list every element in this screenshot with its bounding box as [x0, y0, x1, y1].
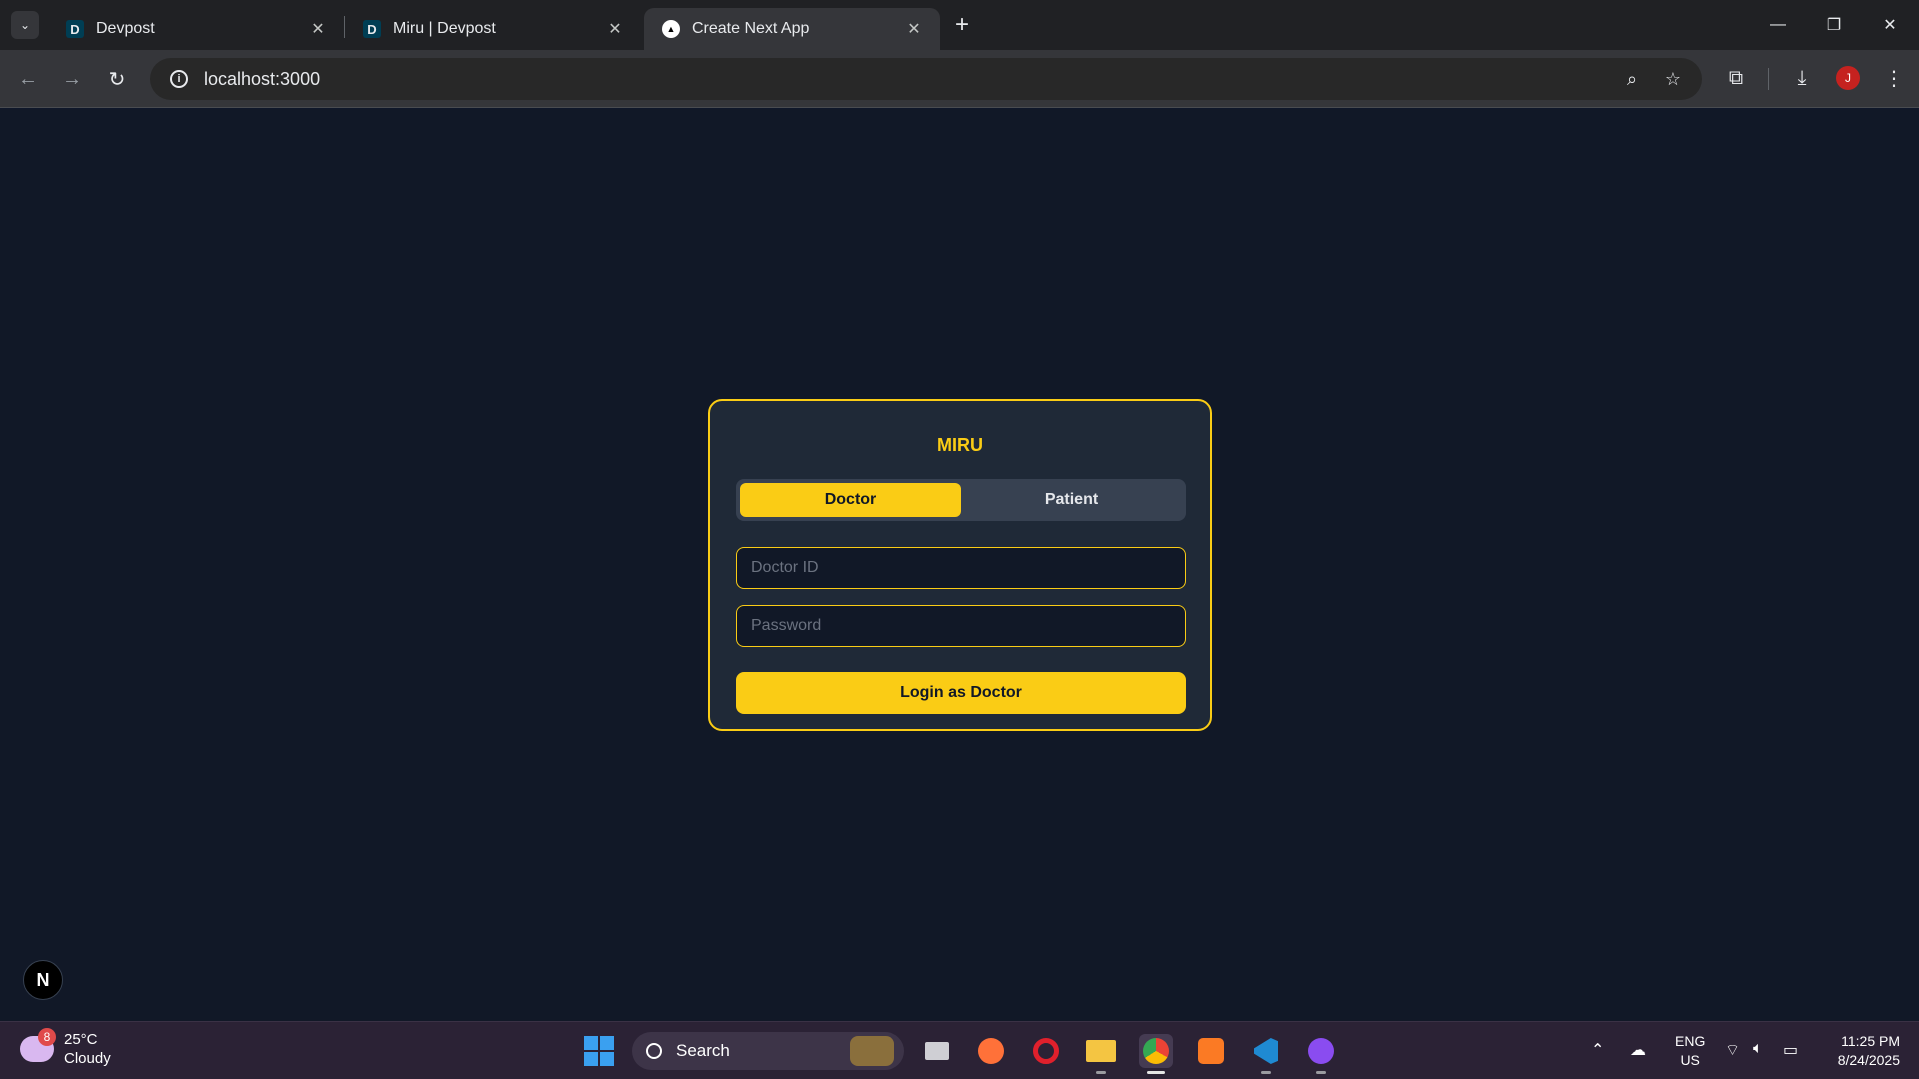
new-tab-button[interactable]: + — [948, 11, 976, 39]
cloud-icon: 8 — [20, 1028, 56, 1062]
tab-create-next-app[interactable]: ▲ Create Next App ✕ — [644, 8, 940, 50]
url-text[interactable]: localhost:3000 — [204, 69, 320, 90]
clock-time: 11:25 PM — [1841, 1033, 1900, 1049]
onedrive-offline-icon[interactable]: ☁ — [1630, 1040, 1646, 1060]
volume-icon[interactable]: 🔈︎ — [1753, 1040, 1763, 1058]
role-toggle: Doctor Patient — [736, 479, 1186, 521]
battery-icon[interactable]: ▭ — [1783, 1040, 1798, 1060]
restore-icon[interactable]: ❐ — [1806, 0, 1862, 50]
brand-title: MIRU — [937, 435, 983, 455]
devpost-favicon-icon: D — [66, 20, 84, 38]
devpost-favicon-icon: D — [363, 20, 381, 38]
close-icon[interactable]: ✕ — [308, 19, 328, 39]
back-icon[interactable]: ← — [12, 63, 44, 95]
address-bar[interactable]: i localhost:3000 ⌕ ☆ — [150, 58, 1702, 100]
bookmark-star-icon[interactable]: ☆ — [1660, 66, 1686, 92]
doctor-id-input[interactable]: Doctor ID — [736, 547, 1186, 589]
search-icon — [646, 1043, 662, 1059]
weather-desc: Cloudy — [64, 1050, 111, 1067]
xampp-icon[interactable] — [1194, 1034, 1228, 1068]
tab-title: Create Next App — [692, 20, 810, 37]
browser-toolbar: ← → ↻ i localhost:3000 ⌕ ☆ — [0, 50, 1919, 108]
search-highlight-image — [850, 1036, 894, 1066]
tab-miru-devpost[interactable]: D Miru | Devpost ✕ — [345, 8, 641, 50]
tab-strip: ⌄ D Devpost ✕ D Miru | Devpost ✕ ▲ Creat… — [0, 0, 1919, 50]
tab-title: Devpost — [96, 20, 155, 37]
close-icon[interactable]: ✕ — [605, 19, 625, 39]
search-label: Search — [676, 1041, 730, 1060]
login-button[interactable]: Login as Doctor — [736, 672, 1186, 714]
weather-badge: 8 — [38, 1028, 56, 1046]
clock-date: 8/24/2025 — [1837, 1052, 1900, 1068]
wifi-icon[interactable]: ⌔ — [1725, 1040, 1740, 1060]
system-clock[interactable]: 11:25 PM 8/24/2025 — [1822, 1032, 1900, 1070]
file-explorer-icon[interactable] — [1084, 1034, 1118, 1074]
weather-temp: 25°C — [64, 1031, 98, 1048]
chrome-icon[interactable] — [1139, 1034, 1173, 1074]
taskbar-search[interactable]: Search — [632, 1032, 904, 1070]
tab-title: Miru | Devpost — [393, 20, 496, 37]
close-icon[interactable]: ✕ — [904, 19, 924, 39]
download-icon[interactable]: ⤓ — [1787, 63, 1817, 93]
role-patient-button[interactable]: Patient — [961, 483, 1182, 517]
tab-search-button[interactable]: ⌄ — [11, 11, 39, 39]
menu-kebab-icon[interactable]: ⋮ — [1879, 63, 1909, 93]
toolbar-separator — [1768, 68, 1769, 90]
github-desktop-icon[interactable] — [1304, 1034, 1338, 1074]
site-info-icon[interactable]: i — [170, 70, 188, 88]
nextjs-dev-indicator-icon[interactable]: N — [23, 960, 63, 1000]
firefox-icon[interactable] — [974, 1034, 1008, 1068]
page-viewport: MIRU Doctor Patient Doctor ID Password L… — [0, 109, 1919, 1021]
extensions-icon[interactable]: ⧉ — [1721, 63, 1751, 93]
forward-icon[interactable]: → — [56, 63, 88, 95]
login-card: MIRU Doctor Patient Doctor ID Password L… — [708, 399, 1212, 731]
opera-icon[interactable] — [1029, 1034, 1063, 1068]
region-code: US — [1680, 1052, 1700, 1068]
password-input[interactable]: Password — [736, 605, 1186, 647]
weather-widget[interactable]: 8 25°C Cloudy — [20, 1028, 111, 1068]
vscode-icon[interactable] — [1249, 1034, 1283, 1074]
language-indicator[interactable]: ENG US — [1675, 1032, 1705, 1070]
nextjs-favicon-icon: ▲ — [662, 20, 680, 38]
zoom-icon[interactable]: ⌕ — [1619, 66, 1645, 92]
minimize-icon[interactable]: — — [1750, 0, 1806, 50]
windows-start-icon[interactable] — [584, 1036, 614, 1066]
taskbar: 8 25°C Cloudy Search ⌃ ☁ ENG US ⌔ 🔈︎ ▭ 1… — [0, 1021, 1919, 1079]
window-close-icon[interactable]: ✕ — [1862, 0, 1918, 50]
reload-icon[interactable]: ↻ — [101, 63, 133, 95]
tray-overflow-icon[interactable]: ⌃ — [1591, 1040, 1604, 1060]
tab-devpost[interactable]: D Devpost ✕ — [48, 8, 344, 50]
task-view-icon[interactable] — [920, 1034, 954, 1068]
role-doctor-button[interactable]: Doctor — [740, 483, 961, 517]
profile-avatar[interactable]: J — [1836, 66, 1860, 90]
language-code: ENG — [1675, 1033, 1706, 1049]
